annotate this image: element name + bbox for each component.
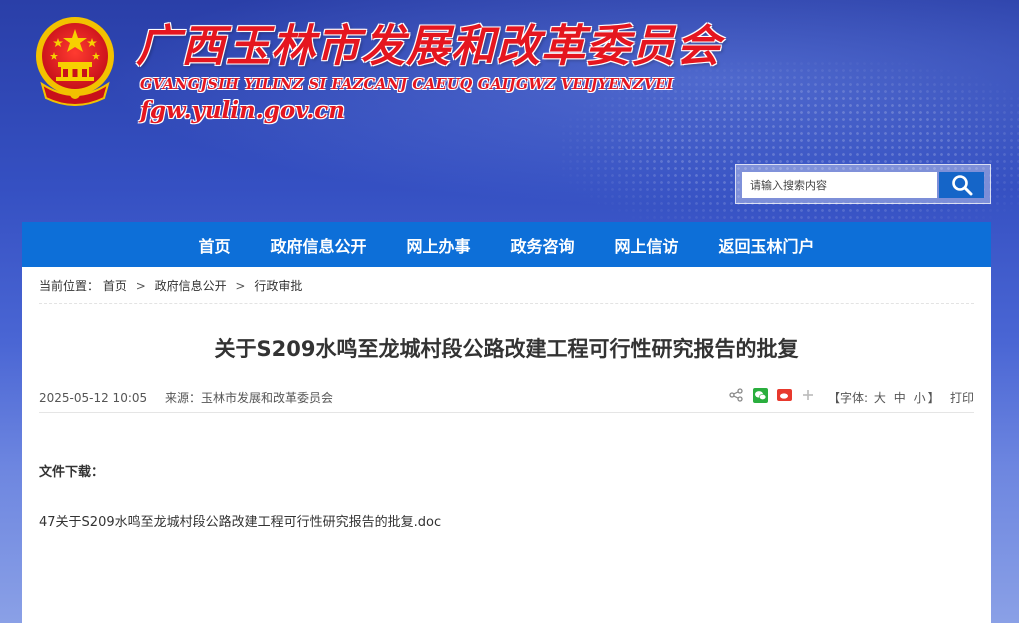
source-label: 来源： [164, 391, 201, 405]
font-size-medium[interactable]: 中 [894, 391, 906, 405]
nav-item-consultation[interactable]: 政务咨询 [491, 233, 595, 257]
site-title: 广西玉林市发展和改革委员会 [136, 21, 721, 72]
article-meta: 2025-05-12 10:05 来源：玉林市发展和改革委员会 [39, 389, 333, 406]
content-panel: 当前位置： 首页 > 政府信息公开 > 行政审批 关于S209水鸣至龙城村段公路… [22, 267, 991, 623]
font-size-control: 【字体: 大 中 小】 [828, 389, 940, 406]
share-tools [728, 387, 816, 403]
nav-item-gov-info[interactable]: 政府信息公开 [250, 233, 386, 257]
national-emblem-icon [36, 17, 114, 106]
font-size-suffix: 】 [927, 391, 940, 405]
divider [39, 303, 974, 304]
breadcrumb-separator: > [235, 279, 246, 293]
nav-item-yulin-portal[interactable]: 返回玉林门户 [699, 233, 835, 257]
nav-item-home[interactable]: 首页 [178, 233, 250, 257]
search-button[interactable] [939, 172, 984, 198]
downloads-label: 文件下载： [39, 465, 105, 480]
breadcrumb-separator: > [135, 279, 146, 293]
nav-item-petition[interactable]: 网上信访 [595, 233, 699, 257]
share-icon[interactable] [728, 387, 744, 403]
wechat-icon[interactable] [752, 387, 768, 403]
site-subtitle: GVANGJSIH YILINZ SI FAZCANJ CAEUQ GAIJGW… [140, 76, 674, 93]
search-input[interactable] [742, 172, 937, 198]
article-title: 关于S209水鸣至龙城村段公路改建工程可行性研究报告的批复 [214, 337, 799, 361]
download-file-link[interactable]: 47关于S209水鸣至龙城村段公路改建工程可行性研究报告的批复.doc [39, 511, 441, 530]
font-size-large[interactable]: 大 [874, 391, 886, 405]
breadcrumb-gov-info[interactable]: 政府信息公开 [155, 279, 227, 293]
breadcrumb: 当前位置： 首页 > 政府信息公开 > 行政审批 [39, 277, 302, 294]
source-value: 玉林市发展和改革委员会 [200, 391, 333, 405]
font-size-small[interactable]: 小 [914, 391, 926, 405]
weibo-icon[interactable] [776, 387, 792, 403]
plus-icon[interactable] [800, 387, 816, 403]
publish-date: 2025-05-12 10:05 [39, 391, 148, 405]
breadcrumb-home[interactable]: 首页 [103, 279, 127, 293]
print-link[interactable]: 打印 [950, 389, 974, 406]
font-size-prefix: 【字体: [828, 391, 869, 405]
main-nav: 首页 政府信息公开 网上办事 政务咨询 网上信访 返回玉林门户 [22, 222, 991, 267]
search-icon [951, 175, 972, 196]
breadcrumb-admin-approval[interactable]: 行政审批 [254, 279, 302, 293]
breadcrumb-prefix: 当前位置： [39, 279, 100, 293]
search-box [735, 164, 991, 204]
nav-item-online-services[interactable]: 网上办事 [386, 233, 490, 257]
divider [39, 412, 974, 413]
site-domain: fgw.yulin.gov.cn [140, 97, 345, 124]
